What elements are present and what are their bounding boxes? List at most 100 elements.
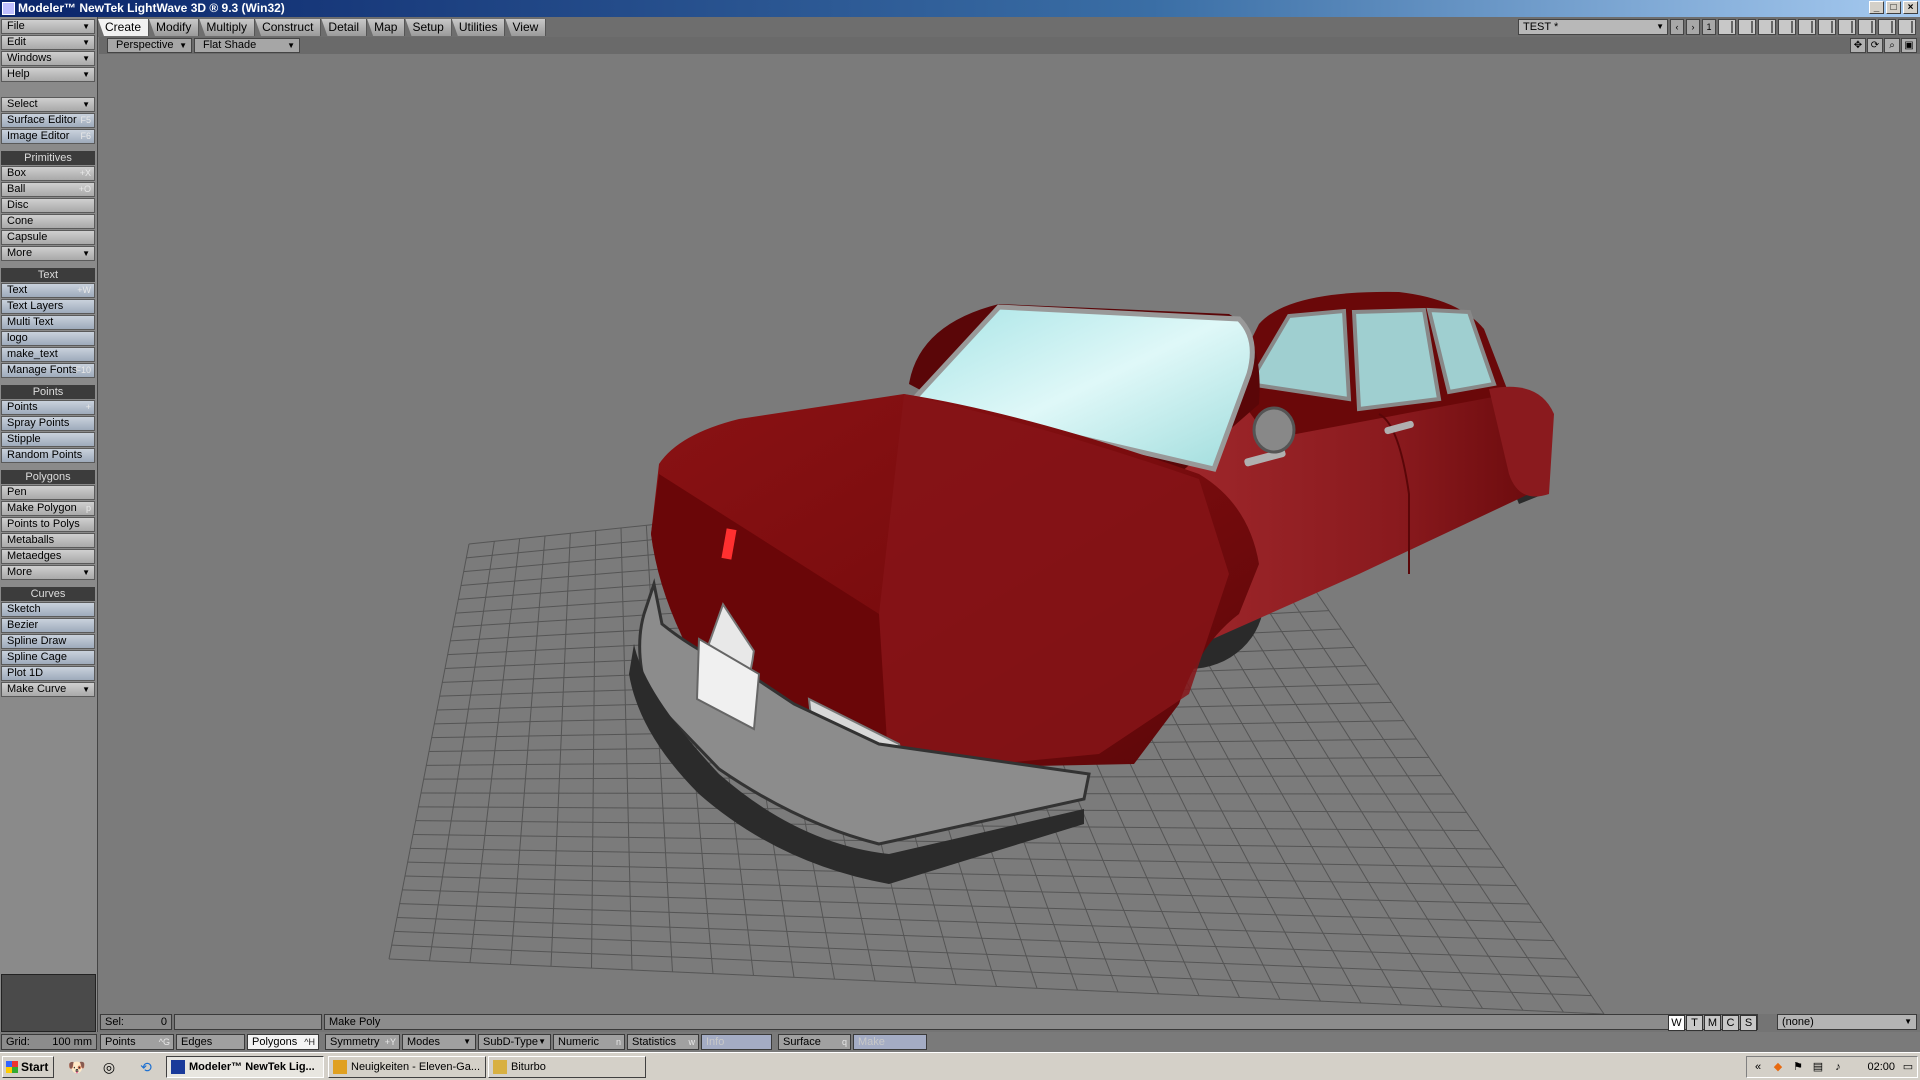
polygons-metaballs-button[interactable]: Metaballs bbox=[1, 533, 95, 548]
curves-make-curve-button[interactable]: Make Curve bbox=[1, 682, 95, 697]
layer-slot-9[interactable] bbox=[1878, 19, 1896, 35]
view-type-select[interactable]: Perspective bbox=[107, 38, 192, 53]
3d-viewport[interactable] bbox=[99, 54, 1920, 1014]
curves-spline-draw-button[interactable]: Spline Draw bbox=[1, 634, 95, 649]
text-text-button[interactable]: Text +W bbox=[1, 283, 95, 298]
layer-slot-6[interactable] bbox=[1818, 19, 1836, 35]
scene-select[interactable]: TEST * bbox=[1518, 19, 1668, 35]
primitives-more-button[interactable]: More bbox=[1, 246, 95, 261]
window-title: Modeler™ NewTek LightWave 3D ® 9.3 (Win3… bbox=[18, 1, 285, 15]
start-button[interactable]: Start bbox=[2, 1056, 54, 1078]
text-manage-fonts-button[interactable]: Manage Fonts F10 bbox=[1, 363, 95, 378]
menu-select[interactable]: Select bbox=[1, 97, 95, 112]
text-make-text-button[interactable]: make_text bbox=[1, 347, 95, 362]
menu-help[interactable]: Help bbox=[1, 67, 95, 82]
maximize-view-icon[interactable]: ▣ bbox=[1901, 38, 1917, 53]
primitives-disc-button[interactable]: Disc bbox=[1, 198, 95, 213]
menu-edit[interactable]: Edit bbox=[1, 35, 95, 50]
symmetry-button[interactable]: Symmetry +Y bbox=[325, 1034, 400, 1050]
primitives-capsule-button[interactable]: Capsule bbox=[1, 230, 95, 245]
prev-layer-button[interactable]: ‹ bbox=[1670, 19, 1684, 35]
primitives-box-button[interactable]: Box +X bbox=[1, 166, 95, 181]
tab-construct[interactable]: Construct bbox=[255, 19, 322, 36]
view-toggle-m[interactable]: M bbox=[1704, 1015, 1721, 1031]
modes-button[interactable]: Modes bbox=[402, 1034, 476, 1050]
info-button[interactable]: Info bbox=[701, 1034, 772, 1050]
points-points-button[interactable]: Points + bbox=[1, 400, 95, 415]
image-editor-button[interactable]: Image Editor F6 bbox=[1, 129, 95, 144]
zoom-view-icon[interactable]: ⌕ bbox=[1884, 38, 1900, 53]
tab-multiply[interactable]: Multiply bbox=[199, 19, 256, 36]
maximize-button[interactable]: □ bbox=[1886, 1, 1901, 14]
text-multi-text-button[interactable]: Multi Text bbox=[1, 315, 95, 330]
layer-slot-10[interactable] bbox=[1898, 19, 1916, 35]
tray-flag-icon[interactable]: ⚑ bbox=[1791, 1061, 1805, 1074]
surface-select[interactable]: (none) bbox=[1777, 1014, 1917, 1030]
shading-select[interactable]: Flat Shade bbox=[194, 38, 300, 53]
layer-slot-4[interactable] bbox=[1778, 19, 1796, 35]
polygons-points-to-polys-button[interactable]: Points to Polys bbox=[1, 517, 95, 532]
mode-edges-button[interactable]: Edges bbox=[176, 1034, 245, 1050]
view-toggle-t[interactable]: T bbox=[1686, 1015, 1703, 1031]
numeric-label: Numeric bbox=[558, 1036, 599, 1048]
show-desktop-icon[interactable]: ▭ bbox=[1901, 1061, 1915, 1074]
layer-slot-7[interactable] bbox=[1838, 19, 1856, 35]
points-spray-points-button[interactable]: Spray Points bbox=[1, 416, 95, 431]
quicklaunch-desktop-icon[interactable]: ◎ bbox=[100, 1058, 118, 1076]
tab-utilities[interactable]: Utilities bbox=[451, 19, 506, 36]
text-logo-button[interactable]: logo bbox=[1, 331, 95, 346]
mode-polygons-button[interactable]: Polygons ^H bbox=[247, 1034, 319, 1050]
layer-slot-5[interactable] bbox=[1798, 19, 1816, 35]
make-button[interactable]: Make bbox=[853, 1034, 927, 1050]
primitives-ball-button[interactable]: Ball +O bbox=[1, 182, 95, 197]
curves-bezier-button[interactable]: Bezier bbox=[1, 618, 95, 633]
tab-map[interactable]: Map bbox=[367, 19, 406, 36]
close-button[interactable]: × bbox=[1903, 1, 1918, 14]
points-random-points-button[interactable]: Random Points bbox=[1, 448, 95, 463]
tab-detail[interactable]: Detail bbox=[321, 19, 368, 36]
menu-file[interactable]: File bbox=[1, 19, 95, 34]
numeric-button[interactable]: Numeric n bbox=[553, 1034, 625, 1050]
rotate-view-icon[interactable]: ⟳ bbox=[1867, 38, 1883, 53]
tab-setup[interactable]: Setup bbox=[405, 19, 452, 36]
taskbar-item-2[interactable]: Neuigkeiten - Eleven-Ga... bbox=[328, 1056, 486, 1078]
surface-button[interactable]: Surface q bbox=[778, 1034, 851, 1050]
menu-windows[interactable]: Windows bbox=[1, 51, 95, 66]
quicklaunch-gimp-icon[interactable]: 🐶 bbox=[68, 1058, 86, 1076]
curves-sketch-button[interactable]: Sketch bbox=[1, 602, 95, 617]
primitives-cone-button[interactable]: Cone bbox=[1, 214, 95, 229]
layer-slot-1[interactable] bbox=[1718, 19, 1736, 35]
next-layer-button[interactable]: › bbox=[1686, 19, 1700, 35]
tray-volume-icon[interactable]: ♪ bbox=[1831, 1061, 1845, 1074]
tray-firefox-icon[interactable]: ◆ bbox=[1771, 1061, 1785, 1074]
view-toggle-c[interactable]: C bbox=[1722, 1015, 1739, 1031]
tab-create[interactable]: Create bbox=[98, 19, 150, 36]
curves-spline-draw-button-label: Spline Draw bbox=[7, 635, 67, 647]
curves-spline-cage-button[interactable]: Spline Cage bbox=[1, 650, 95, 665]
taskbar-item-3[interactable]: Biturbo bbox=[488, 1056, 646, 1078]
polygons-metaedges-button[interactable]: Metaedges bbox=[1, 549, 95, 564]
polygons-make-polygon-button[interactable]: Make Polygon p bbox=[1, 501, 95, 516]
view-toggle-s[interactable]: S bbox=[1740, 1015, 1757, 1031]
minimize-button[interactable]: _ bbox=[1869, 1, 1884, 14]
tab-modify[interactable]: Modify bbox=[149, 19, 200, 36]
view-toggle-w[interactable]: W bbox=[1668, 1015, 1685, 1031]
taskbar-item-1[interactable]: Modeler™ NewTek Lig... bbox=[166, 1056, 324, 1078]
quicklaunch-browser-icon[interactable]: ⟲ bbox=[137, 1058, 155, 1076]
mode-points-button[interactable]: Points ^G bbox=[100, 1034, 174, 1050]
surface-editor-button[interactable]: Surface Editor F5 bbox=[1, 113, 95, 128]
statistics-button[interactable]: Statistics w bbox=[627, 1034, 699, 1050]
tab-view[interactable]: View bbox=[505, 19, 547, 36]
move-view-icon[interactable]: ✥ bbox=[1850, 38, 1866, 53]
layer-slot-8[interactable] bbox=[1858, 19, 1876, 35]
subd-type-button[interactable]: SubD-Type bbox=[478, 1034, 551, 1050]
tray-network-icon[interactable]: ▤ bbox=[1811, 1061, 1825, 1074]
polygons-pen-button[interactable]: Pen bbox=[1, 485, 95, 500]
layer-slot-3[interactable] bbox=[1758, 19, 1776, 35]
tray-expand-icon[interactable]: « bbox=[1751, 1061, 1765, 1074]
layer-slot-2[interactable] bbox=[1738, 19, 1756, 35]
curves-plot-1d-button[interactable]: Plot 1D bbox=[1, 666, 95, 681]
text-text-layers-button[interactable]: Text Layers bbox=[1, 299, 95, 314]
polygons-more-button[interactable]: More bbox=[1, 565, 95, 580]
points-stipple-button[interactable]: Stipple bbox=[1, 432, 95, 447]
